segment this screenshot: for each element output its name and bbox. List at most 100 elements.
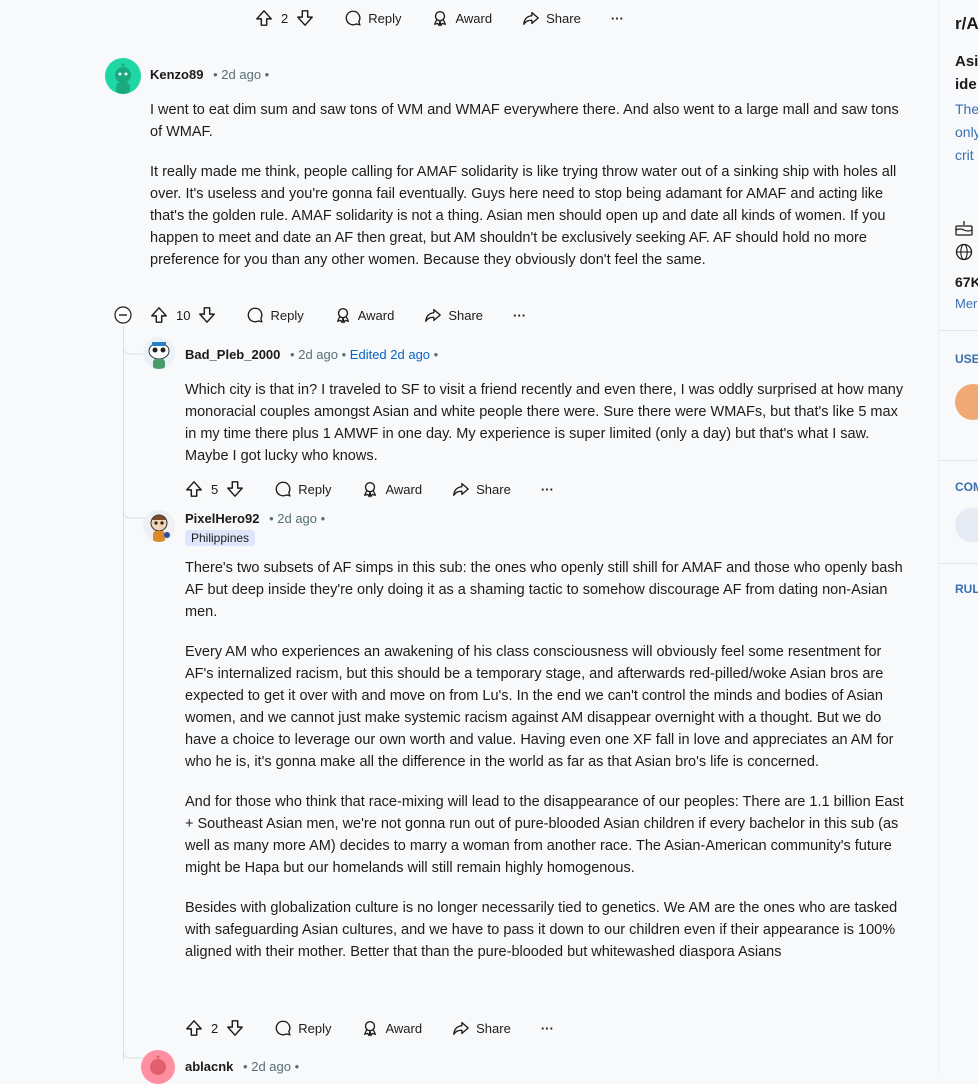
vote-group: 2 (255, 9, 314, 27)
comment-meta: Bad_Pleb_2000 • 2d ago • Edited 2d ago • (185, 347, 438, 362)
comment-paragraph: It really made me think, people calling … (150, 164, 897, 268)
comment-paragraph: Which city is that in? I traveled to SF … (185, 382, 904, 464)
comment-icon (246, 306, 264, 324)
comment-time[interactable]: 2d ago (298, 347, 338, 362)
share-button[interactable]: Share (522, 9, 581, 27)
upvote-icon[interactable] (185, 480, 203, 498)
more-icon: ··· (540, 1020, 554, 1036)
reply-button[interactable]: Reply (344, 9, 401, 27)
upvote-icon[interactable] (255, 9, 273, 27)
comment-meta: PixelHero92 • 2d ago • (185, 511, 325, 526)
share-button[interactable]: Share (424, 306, 483, 324)
section-heading-user-flair: USE (955, 352, 978, 366)
award-icon (361, 480, 379, 498)
community-description: The (955, 101, 978, 117)
award-label: Award (357, 307, 395, 323)
comment-author[interactable]: PixelHero92 (185, 511, 259, 526)
upvote-icon[interactable] (150, 306, 168, 324)
downvote-icon[interactable] (226, 480, 244, 498)
award-button[interactable]: Award (361, 1019, 422, 1037)
comment-author[interactable]: Kenzo89 (150, 67, 203, 82)
award-button[interactable]: Award (334, 306, 395, 324)
comment-icon (274, 1019, 292, 1037)
award-button[interactable]: Award (431, 9, 492, 27)
share-icon (424, 306, 442, 324)
community-description: only (955, 124, 978, 140)
more-options-button[interactable]: ··· (513, 308, 526, 323)
more-icon: ··· (540, 481, 554, 497)
comment-author[interactable]: ablacnk (185, 1059, 233, 1074)
vote-count: 2 (281, 10, 289, 26)
award-icon (431, 9, 449, 27)
avatar[interactable] (105, 58, 141, 94)
sidebar-divider (939, 460, 978, 461)
collapse-icon (114, 306, 132, 324)
globe-icon (955, 243, 973, 266)
award-label: Award (385, 1020, 423, 1036)
comment-time[interactable]: 2d ago (277, 511, 317, 526)
comment-paragraph: Besides with globalization culture is no… (185, 900, 898, 960)
comment-paragraph: There's two subsets of AF simps in this … (185, 560, 903, 620)
community-title: ide (955, 76, 977, 93)
more-icon: ··· (610, 10, 624, 26)
cake-icon (955, 220, 973, 241)
award-label: Award (385, 481, 423, 497)
share-icon (452, 1019, 470, 1037)
comment-time[interactable]: 2d ago (251, 1059, 291, 1074)
vote-group: 2 (185, 1019, 244, 1037)
comment-paragraph: And for those who think that race-mixing… (185, 794, 904, 876)
avatar[interactable] (143, 510, 175, 542)
separator-dot: • (243, 1059, 248, 1074)
comment-body: I went to eat dim sum and saw tons of WM… (150, 99, 910, 289)
thread-line[interactable] (123, 326, 124, 1061)
more-options-button[interactable]: ··· (541, 482, 554, 497)
more-icon: ··· (513, 307, 527, 323)
separator-dot: • (294, 1059, 300, 1074)
vote-count: 2 (211, 1020, 219, 1036)
comment-author[interactable]: Bad_Pleb_2000 (185, 347, 280, 362)
share-label: Share (546, 10, 581, 26)
sidebar-divider (939, 330, 978, 331)
collapse-thread-button[interactable] (114, 306, 132, 324)
community-description: crit (955, 147, 974, 163)
comment-actions: 2 Reply Award Share ··· (185, 1013, 584, 1043)
more-options-button[interactable]: ··· (611, 11, 624, 26)
sidebar-divider (939, 563, 978, 564)
section-heading-rules: RUL (955, 582, 978, 596)
avatar[interactable] (143, 337, 175, 369)
top-action-bar: 2 Reply Award Share ··· (255, 3, 654, 33)
comment-actions: 5 Reply Award Share ··· (185, 474, 584, 504)
comment-icon (274, 480, 292, 498)
vote-group: 10 (150, 306, 216, 324)
avatar[interactable] (141, 1050, 175, 1084)
community-title: Asi (955, 53, 978, 70)
user-avatar[interactable] (955, 384, 978, 420)
edited-label: Edited 2d ago (349, 347, 431, 362)
reply-button[interactable]: Reply (274, 1019, 331, 1037)
community-pill[interactable] (955, 508, 978, 542)
comment-meta: ablacnk • 2d ago • (185, 1059, 299, 1074)
comment-time[interactable]: 2d ago (221, 67, 261, 82)
more-options-button[interactable]: ··· (541, 1021, 554, 1036)
award-button[interactable]: Award (361, 480, 422, 498)
upvote-icon[interactable] (185, 1019, 203, 1037)
vote-count: 5 (211, 481, 219, 497)
flair-badge: Philippines (185, 530, 256, 546)
share-button[interactable]: Share (452, 1019, 511, 1037)
comment-meta: Kenzo89 • 2d ago • (150, 67, 269, 82)
downvote-icon[interactable] (296, 9, 314, 27)
downvote-icon[interactable] (198, 306, 216, 324)
snoo-avatar-icon (148, 342, 170, 369)
separator-dot: • (269, 511, 274, 526)
reply-button[interactable]: Reply (274, 480, 331, 498)
vote-count: 10 (176, 307, 191, 323)
comment-body: There's two subsets of AF simps in this … (185, 557, 910, 981)
share-label: Share (476, 481, 511, 497)
separator-dot: • (341, 347, 347, 362)
community-sidebar: r/A Asi ide The only crit 67K Mer USE CO… (938, 0, 978, 1073)
subreddit-name[interactable]: r/A (955, 14, 978, 34)
reply-label: Reply (298, 1020, 332, 1036)
downvote-icon[interactable] (226, 1019, 244, 1037)
reply-button[interactable]: Reply (246, 306, 304, 324)
share-button[interactable]: Share (452, 480, 511, 498)
